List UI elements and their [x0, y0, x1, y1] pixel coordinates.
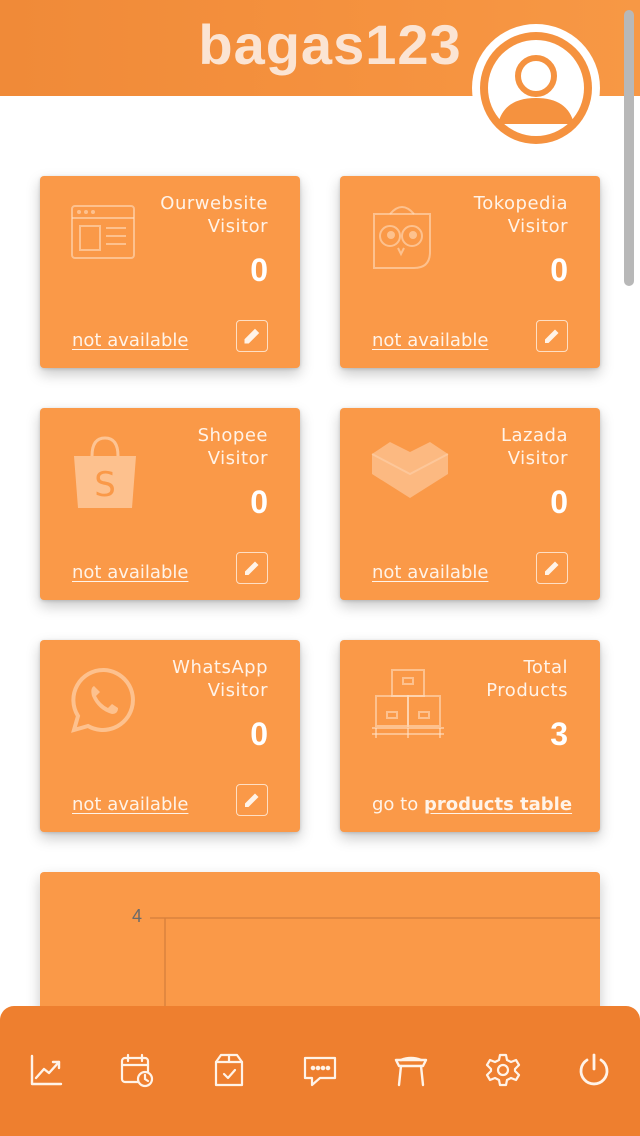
- not-available-link[interactable]: not available: [372, 330, 488, 351]
- visitor-count: 0: [550, 484, 568, 520]
- box-check-icon: [214, 1053, 244, 1087]
- svg-text:S: S: [94, 465, 116, 505]
- pencil-icon: [245, 793, 259, 807]
- calendar-clock-icon: [120, 1053, 154, 1088]
- tokopedia-visitor-card: Tokopedia Visitor 0 not available: [340, 176, 600, 368]
- pencil-icon: [545, 561, 559, 575]
- not-available-link[interactable]: not available: [72, 562, 188, 583]
- goto-products: go to products table: [372, 794, 573, 815]
- nav-messages-button[interactable]: [302, 1052, 338, 1088]
- user-circle-icon: [480, 32, 592, 144]
- storefront-icon: [394, 1056, 428, 1087]
- total-products-card: Total Products 3 go to products table: [340, 640, 600, 832]
- edit-button[interactable]: [236, 320, 268, 352]
- ourwebsite-visitor-card: Ourwebsite Visitor 0 not available: [40, 176, 300, 368]
- user-avatar-button[interactable]: [472, 24, 600, 152]
- nav-analytics-button[interactable]: [28, 1052, 64, 1088]
- edit-button[interactable]: [236, 784, 268, 816]
- trending-up-icon: [30, 1054, 63, 1086]
- card-title: Ourwebsite Visitor: [160, 193, 268, 237]
- card-title: Tokopedia Visitor: [473, 193, 568, 237]
- visitor-count: 0: [550, 252, 568, 288]
- pencil-icon: [244, 328, 260, 344]
- pencil-icon: [545, 329, 559, 343]
- nav-schedule-button[interactable]: [119, 1052, 155, 1088]
- bottom-nav: [0, 1006, 640, 1136]
- nav-settings-button[interactable]: [485, 1052, 521, 1088]
- pencil-icon: [245, 561, 259, 575]
- not-available-link[interactable]: not available: [72, 794, 188, 815]
- card-title: WhatsApp Visitor: [172, 657, 268, 701]
- scrollbar-thumb[interactable]: [624, 10, 634, 286]
- products-table-link[interactable]: products table: [424, 794, 572, 815]
- card-title: Shopee Visitor: [197, 425, 268, 469]
- edit-button[interactable]: [536, 320, 568, 352]
- card-title: Lazada Visitor: [501, 425, 568, 469]
- not-available-link[interactable]: not available: [372, 562, 488, 583]
- products-count: 3: [550, 716, 568, 752]
- visitor-count: 0: [250, 716, 268, 752]
- power-icon: [579, 1053, 609, 1086]
- chat-bubble-icon: [303, 1056, 337, 1087]
- nav-orders-button[interactable]: [211, 1052, 247, 1088]
- card-title: Total Products: [486, 657, 568, 701]
- not-available-link[interactable]: not available: [72, 330, 188, 351]
- shopee-visitor-card: S Shopee Visitor 0 not available: [40, 408, 300, 600]
- visitor-count: 0: [250, 252, 268, 288]
- gear-icon: [485, 1053, 521, 1087]
- lazada-visitor-card: Lazada Visitor 0 not available: [340, 408, 600, 600]
- whatsapp-visitor-card: WhatsApp Visitor 0 not available: [40, 640, 300, 832]
- y-tick-label: 4: [132, 906, 142, 926]
- nav-logout-button[interactable]: [576, 1052, 612, 1088]
- nav-store-button[interactable]: [393, 1052, 429, 1088]
- edit-button[interactable]: [536, 552, 568, 584]
- edit-button[interactable]: [236, 552, 268, 584]
- visitor-count: 0: [250, 484, 268, 520]
